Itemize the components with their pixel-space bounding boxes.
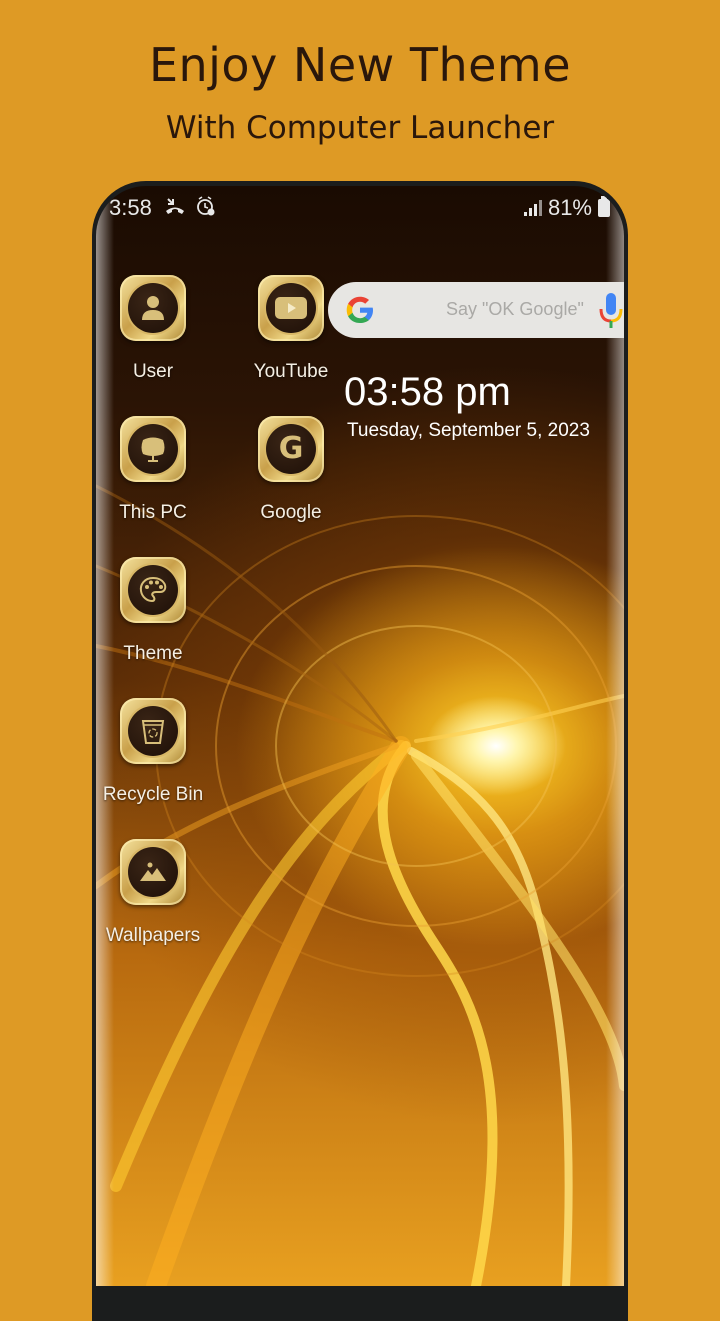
app-recycle-bin[interactable]: Recycle Bin [96,698,213,806]
status-bar: 3:58 81% [96,186,624,226]
app-label: Google [260,502,322,523]
app-wallpapers[interactable]: Wallpapers [96,839,213,947]
app-google[interactable]: G Google [231,416,351,524]
missed-call-icon [164,196,186,222]
promo-subtitle: With Computer Launcher [165,110,555,146]
recycle-bin-icon [141,720,165,744]
user-icon [142,296,164,320]
app-theme[interactable]: Theme [96,557,213,665]
google-logo-icon [346,296,373,323]
battery-charging-icon [598,196,610,217]
status-time: 3:58 [109,195,152,220]
app-label: User [132,361,174,382]
image-icon [140,862,166,881]
alarm-icon [196,196,216,222]
app-label: Wallpapers [105,925,201,946]
app-youtube[interactable]: YouTube [231,275,351,383]
promo-title: Enjoy New Theme [148,38,572,92]
screen-edge-highlight-right [606,186,624,1286]
signal-icon [523,200,542,216]
app-user[interactable]: User [96,275,213,383]
home-screen: 3:58 81% User YouTube This PC G Google T… [96,186,624,1286]
google-search-bar[interactable]: Say "OK Google" [328,282,624,338]
app-this-pc[interactable]: This PC [96,416,213,524]
app-label: YouTube [253,361,329,382]
youtube-icon [275,297,307,319]
clock-time: 03:58 pm [344,370,511,414]
monitor-icon [141,437,165,462]
app-label: Theme [123,643,183,664]
app-label: This PC [119,502,187,523]
mic-icon[interactable] [598,291,624,331]
google-g-icon: G [278,431,304,466]
clock-date: Tuesday, September 5, 2023 [347,420,590,441]
battery-percent: 81% [547,195,592,220]
app-label: Recycle Bin [102,784,204,805]
palette-icon [139,576,167,603]
search-placeholder: Say "OK Google" [446,299,584,319]
